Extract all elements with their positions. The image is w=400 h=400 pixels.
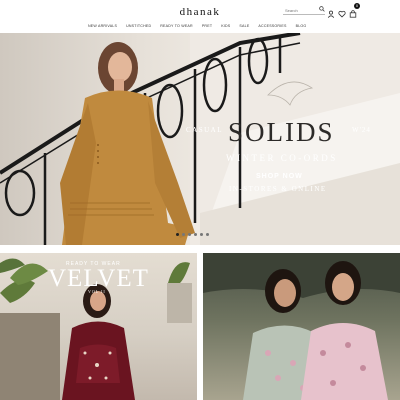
header-icons: 0 <box>327 3 360 18</box>
nav-item-blog[interactable]: BLOG <box>296 24 307 28</box>
hero-season: W'24 <box>352 126 371 134</box>
wishlist-icon[interactable] <box>338 5 346 18</box>
nav-item-new-arrivals[interactable]: NEW ARRIVALS <box>88 24 117 28</box>
nav-item-accessories[interactable]: ACCESSORIES <box>258 24 286 28</box>
hero-banner[interactable]: CASUAL SOLIDS W'24 WINTER CO-ORDS SHOP N… <box>0 33 400 245</box>
cart-icon[interactable]: 0 <box>349 3 360 18</box>
nav-item-sale[interactable]: SALE <box>239 24 249 28</box>
main-nav: NEW ARRIVALS UNSTITCHED READY TO WEAR PR… <box>88 24 306 28</box>
hero-subtitle: WINTER CO-ORDS <box>226 153 338 163</box>
search-icon[interactable] <box>319 6 325 12</box>
site-header: dhanak Search 0 NEW ARRIVALS UNSTITCHED … <box>0 0 400 32</box>
hero-title: SOLIDS <box>228 117 335 147</box>
carousel-dot[interactable] <box>206 233 209 236</box>
carousel-dot[interactable] <box>182 233 185 236</box>
nav-item-pret[interactable]: PRET <box>202 24 212 28</box>
hero-availability: IN-STORES & ONLINE <box>229 185 327 193</box>
collection-photo <box>203 253 400 400</box>
account-icon[interactable] <box>327 5 335 18</box>
nav-item-ready-to-wear[interactable]: READY TO WEAR <box>160 24 193 28</box>
carousel-dot[interactable] <box>188 233 191 236</box>
promo-velvet[interactable]: READY TO WEAR VELVET VOL II <box>0 253 197 400</box>
carousel-dot[interactable] <box>200 233 203 236</box>
shop-now-link[interactable]: SHOP NOW <box>256 173 303 180</box>
nav-item-kids[interactable]: KIDS <box>221 24 230 28</box>
promo-collection[interactable] <box>203 253 400 400</box>
nav-item-unstitched[interactable]: UNSTITCHED <box>126 24 151 28</box>
cart-count-badge: 0 <box>354 3 360 9</box>
hero-prefix: CASUAL <box>186 126 224 134</box>
hero-photo <box>0 33 400 245</box>
search-placeholder: Search <box>285 8 298 13</box>
search-input[interactable]: Search <box>283 6 325 15</box>
carousel-dots <box>176 233 209 236</box>
promo-volume: VOL II <box>88 289 106 294</box>
carousel-dot[interactable] <box>176 233 179 236</box>
carousel-dot[interactable] <box>194 233 197 236</box>
